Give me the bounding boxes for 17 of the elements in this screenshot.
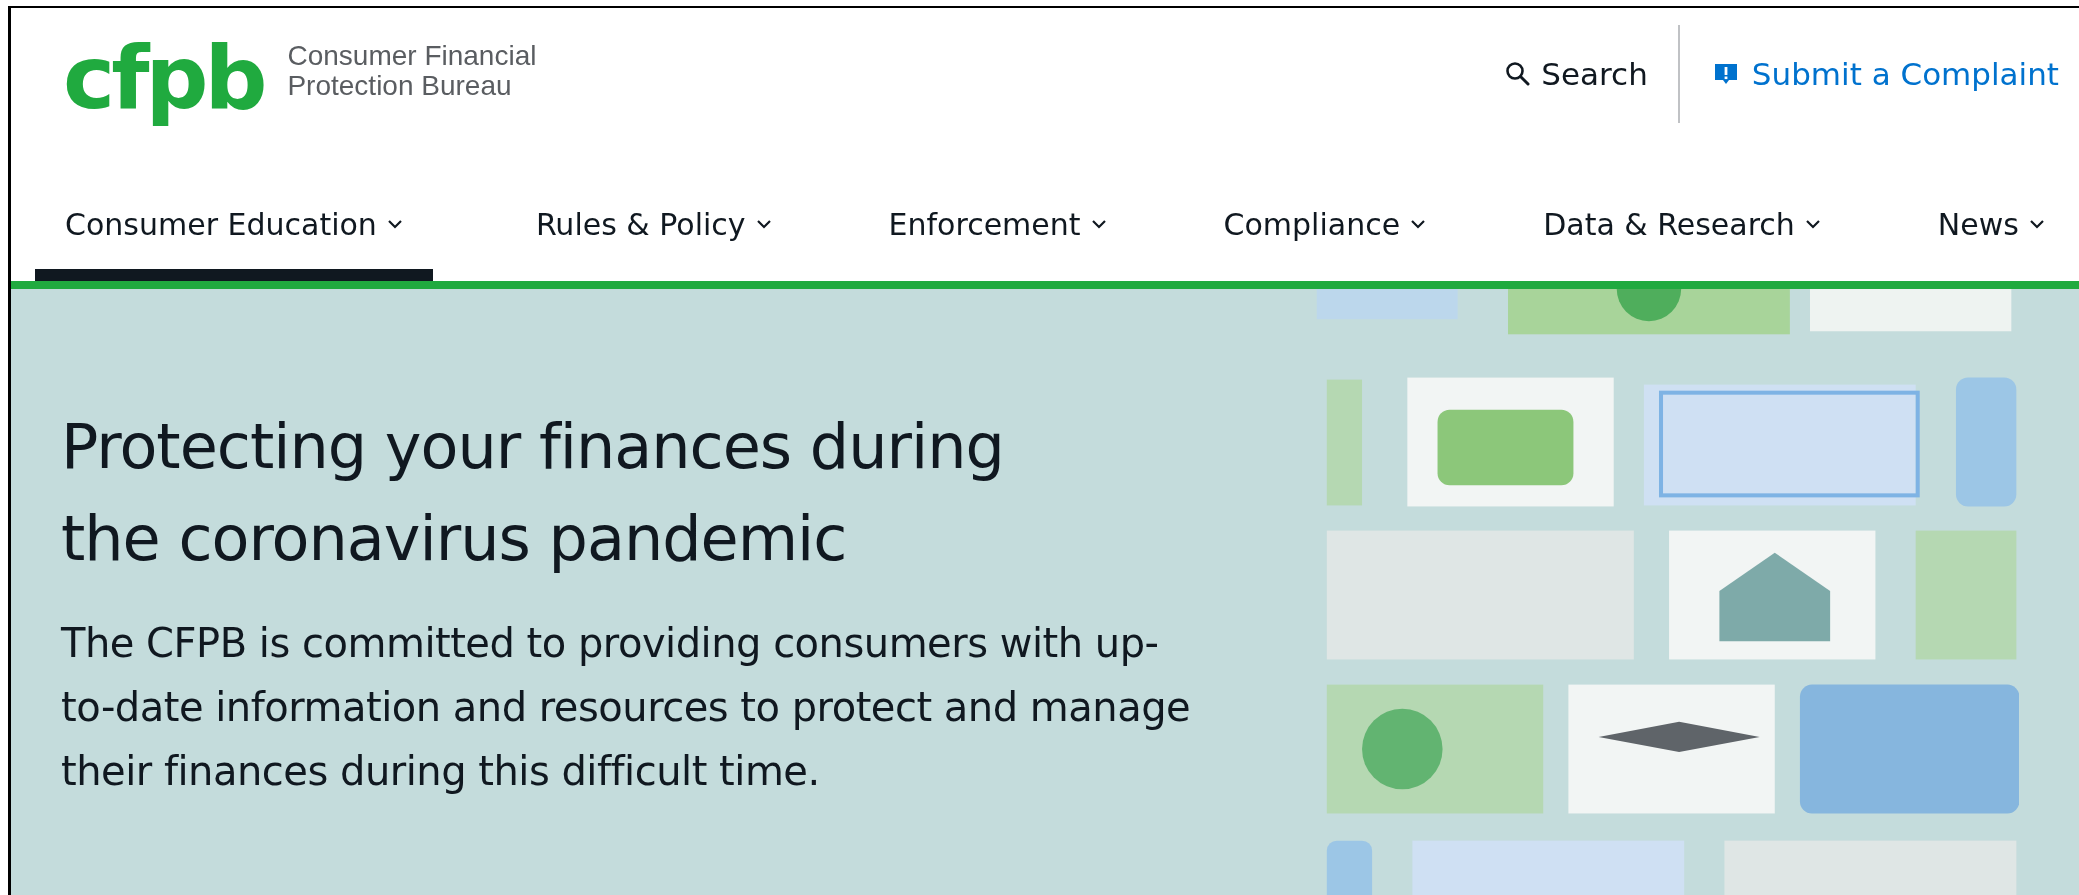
nav-menu-item[interactable]: Compliance: [1209, 201, 1441, 282]
nav-menu-item[interactable]: News: [1923, 201, 2059, 282]
nav-menu-item[interactable]: Rules & Policy: [521, 201, 786, 282]
chevron-down-icon: [755, 219, 772, 230]
nav-menu-item[interactable]: Enforcement: [874, 201, 1121, 282]
submit-complaint-link[interactable]: Submit a Complaint: [1711, 25, 2059, 123]
chevron-down-icon: [1804, 219, 1821, 230]
hero-heading: Protecting your finances during the coronavirus pandemic: [61, 409, 1005, 577]
chevron-down-icon: [386, 219, 403, 230]
chevron-down-icon: [2028, 219, 2045, 230]
search-link[interactable]: Search: [1505, 25, 1648, 123]
chevron-down-icon: [1410, 219, 1427, 230]
search-icon: [1505, 61, 1532, 87]
chevron-down-icon: [1090, 219, 1107, 230]
agency-name: Consumer Financial Protection Bureau: [287, 41, 537, 101]
nav-menu-item[interactable]: Data & Research: [1529, 201, 1835, 282]
hero-text: The CFPB is committed to providing consumers with up-to-date information and resources to protect and manage their finances during this difficult time.: [61, 619, 1191, 796]
